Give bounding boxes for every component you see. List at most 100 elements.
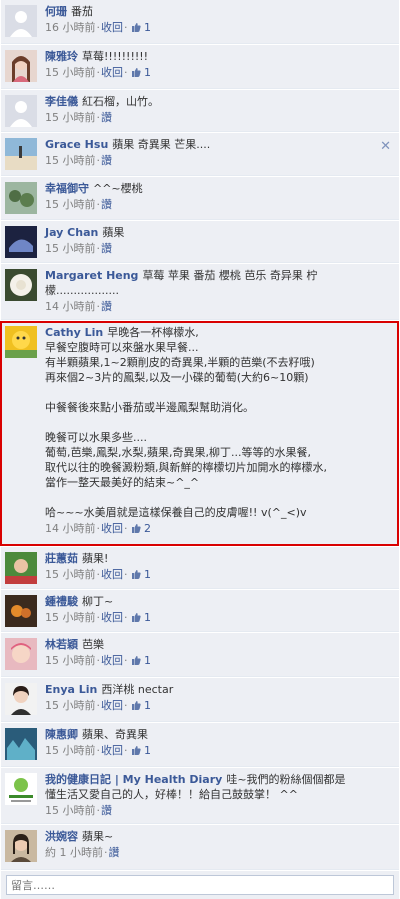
thumbs-up-icon <box>131 746 141 755</box>
unlike-link[interactable]: 收回 <box>101 522 123 535</box>
comment-item: 陳惠卿 蘋果、奇異果 15 小時前·收回· 1 <box>1 723 399 767</box>
like-count[interactable]: 1 <box>129 568 151 581</box>
comment-item: 鍾禮駿 柳丁~ 15 小時前·收回· 1 <box>1 590 399 632</box>
author-name[interactable]: Enya Lin <box>45 683 97 696</box>
comment-text: ^^~櫻桃 <box>93 182 143 195</box>
unlike-link[interactable]: 收回 <box>101 611 123 624</box>
unlike-link[interactable]: 收回 <box>101 568 123 581</box>
avatar[interactable] <box>5 773 37 805</box>
like-count[interactable]: 1 <box>129 699 151 712</box>
author-name[interactable]: 陳雅玲 <box>45 50 78 63</box>
thumbs-up-icon <box>131 570 141 579</box>
avatar[interactable] <box>5 830 37 862</box>
timestamp: 約 1 小時前 <box>45 846 103 859</box>
like-link[interactable]: 讚 <box>109 846 120 859</box>
avatar[interactable] <box>5 50 37 82</box>
like-count[interactable]: 2 <box>129 522 151 535</box>
comment-text: 草莓!!!!!!!!!! <box>82 50 149 63</box>
author-name[interactable]: 我的健康日記 | My Health Diary <box>45 773 222 786</box>
comment-item: 洪婉容 蘋果~ 約 1 小時前·讚 <box>1 825 399 870</box>
like-link[interactable]: 讚 <box>101 154 112 167</box>
author-name[interactable]: Margaret Heng <box>45 269 138 282</box>
comment-text: 蘋果 <box>102 226 125 239</box>
comment-input[interactable] <box>6 875 394 895</box>
avatar[interactable] <box>5 5 37 37</box>
like-link[interactable]: 讚 <box>101 300 112 313</box>
comment-text: 蘋果 奇異果 芒果.... <box>112 138 211 151</box>
avatar[interactable] <box>5 728 37 760</box>
timestamp: 15 小時前 <box>45 654 96 667</box>
thumbs-up-icon <box>131 656 141 665</box>
comment-item: 林若穎 芭樂 15 小時前·收回· 1 <box>1 633 399 677</box>
timestamp: 15 小時前 <box>45 699 96 712</box>
comment-text: 蘋果~ <box>82 830 114 843</box>
unlike-link[interactable]: 收回 <box>101 21 123 34</box>
timestamp: 15 小時前 <box>45 154 96 167</box>
avatar[interactable] <box>5 595 37 627</box>
author-name[interactable]: 鍾禮駿 <box>45 595 78 608</box>
author-name[interactable]: 莊蕙茹 <box>45 552 78 565</box>
author-name[interactable]: 李佳儀 <box>45 95 78 108</box>
timestamp: 14 小時前 <box>45 300 96 313</box>
author-name[interactable]: 林若穎 <box>45 638 78 651</box>
author-name[interactable]: 洪婉容 <box>45 830 78 843</box>
like-link[interactable]: 讚 <box>101 804 112 817</box>
author-name[interactable]: 幸福御守 <box>45 182 89 195</box>
comment-meta: 15 小時前·收回· 1 <box>45 568 151 581</box>
comment-meta: 15 小時前·讚 <box>45 111 112 124</box>
timestamp: 15 小時前 <box>45 198 96 211</box>
author-name[interactable]: 何珊 <box>45 5 67 18</box>
avatar[interactable] <box>5 683 37 715</box>
comment-text: 紅石榴，山竹。 <box>82 95 159 108</box>
comment-item: 何珊 番茄 16 小時前·收回· 1 <box>1 0 399 44</box>
author-name[interactable]: 陳惠卿 <box>45 728 78 741</box>
like-count[interactable]: 1 <box>129 744 151 757</box>
thumbs-up-icon <box>131 23 141 32</box>
unlike-link[interactable]: 收回 <box>101 744 123 757</box>
comment-item: Margaret Heng 草莓 苹果 番茄 櫻桃 芭乐 奇异果 柠 檬.....… <box>1 264 399 320</box>
unlike-link[interactable]: 收回 <box>101 699 123 712</box>
comment-text: 芭樂 <box>82 638 104 651</box>
avatar[interactable] <box>5 138 37 170</box>
like-count[interactable]: 1 <box>129 611 151 624</box>
comment-item: 李佳儀 紅石榴，山竹。 15 小時前·讚 <box>1 90 399 132</box>
author-name[interactable]: Jay Chan <box>45 226 98 239</box>
like-count[interactable]: 1 <box>129 654 151 667</box>
comment-meta: 15 小時前·收回· 1 <box>45 66 151 79</box>
comment-meta: 15 小時前·收回· 1 <box>45 611 151 624</box>
thumbs-up-icon <box>131 68 141 77</box>
comment-item: Enya Lin 西洋桃 nectar 15 小時前·收回· 1 <box>1 678 399 722</box>
author-name[interactable]: Grace Hsu <box>45 138 108 151</box>
close-icon[interactable]: ✕ <box>380 139 391 154</box>
comment-meta: 14 小時前·讚 <box>45 300 112 313</box>
avatar[interactable] <box>5 95 37 127</box>
comment-text: 早晚各一杯檸檬水, 早餐空腹時可以來盤水果早餐... 有半顆蘋果,1~2顆削皮的… <box>45 326 327 519</box>
comment-meta: 15 小時前·讚 <box>45 242 112 255</box>
comment-meta: 16 小時前·收回· 1 <box>45 21 151 34</box>
like-link[interactable]: 讚 <box>101 111 112 124</box>
timestamp: 14 小時前 <box>45 522 96 535</box>
thumbs-up-icon <box>131 701 141 710</box>
author-name[interactable]: Cathy Lin <box>45 326 103 339</box>
comment-meta: 約 1 小時前·讚 <box>45 846 120 859</box>
avatar[interactable] <box>5 269 37 301</box>
like-link[interactable]: 讚 <box>101 198 112 211</box>
like-link[interactable]: 讚 <box>101 242 112 255</box>
timestamp: 15 小時前 <box>45 111 96 124</box>
comment-meta: 15 小時前·讚 <box>45 198 112 211</box>
comment-text: 番茄 <box>71 5 93 18</box>
like-count[interactable]: 1 <box>129 66 151 79</box>
like-count[interactable]: 1 <box>129 21 151 34</box>
avatar[interactable] <box>5 326 37 358</box>
timestamp: 15 小時前 <box>45 66 96 79</box>
comment-item: 陳雅玲 草莓!!!!!!!!!! 15 小時前·收回· 1 <box>1 45 399 89</box>
unlike-link[interactable]: 收回 <box>101 654 123 667</box>
comment-meta: 15 小時前·讚 <box>45 804 112 817</box>
avatar[interactable] <box>5 638 37 670</box>
avatar[interactable] <box>5 182 37 214</box>
avatar[interactable] <box>5 226 37 258</box>
avatar[interactable] <box>5 552 37 584</box>
unlike-link[interactable]: 收回 <box>101 66 123 79</box>
comment-meta: 15 小時前·收回· 1 <box>45 699 151 712</box>
comment-text: 蘋果、奇異果 <box>82 728 148 741</box>
